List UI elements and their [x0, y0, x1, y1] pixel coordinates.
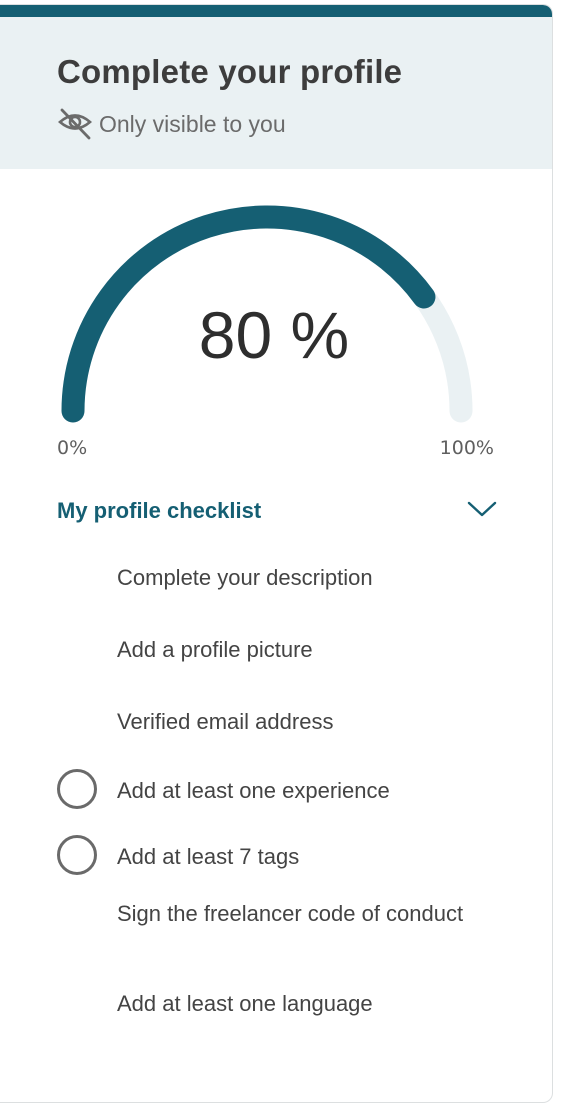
chevron-down-icon[interactable] — [467, 500, 497, 523]
card-title: Complete your profile — [57, 53, 403, 90]
checklist-item-profile-picture[interactable]: Add a profile picture — [117, 635, 527, 665]
progress-percent: 80 % — [198, 298, 350, 372]
checklist-title: My profile checklist — [57, 498, 262, 523]
card-header: Complete your profile Only visible to yo… — [0, 17, 552, 169]
profile-completion-card: Complete your profile Only visible to yo… — [0, 4, 553, 1103]
eye-slash-icon — [57, 107, 99, 141]
checklist-item-description[interactable]: Complete your description — [117, 563, 527, 593]
checklist-toggle[interactable]: My profile checklist — [57, 494, 497, 528]
incomplete-circle-icon — [57, 835, 97, 875]
checklist-item-tags[interactable]: Add at least 7 tags — [117, 842, 527, 872]
checklist-item-code-of-conduct[interactable]: Sign the freelancer code of conduct — [117, 899, 527, 929]
gauge-min-label: 0% — [57, 437, 88, 459]
checklist-item-language[interactable]: Add at least one language — [117, 989, 527, 1019]
visibility-note-text: Only visible to you — [99, 110, 286, 137]
gauge-max-label: 100% — [439, 437, 494, 459]
incomplete-circle-icon — [57, 769, 97, 809]
checklist-item-experience[interactable]: Add at least one experience — [117, 776, 527, 806]
profile-progress-gauge: 80 % 0% 100% — [0, 169, 552, 469]
checklist-item-email[interactable]: Verified email address — [117, 707, 527, 737]
visibility-note: Only visible to you — [57, 107, 286, 141]
card-accent-bar — [0, 5, 552, 17]
